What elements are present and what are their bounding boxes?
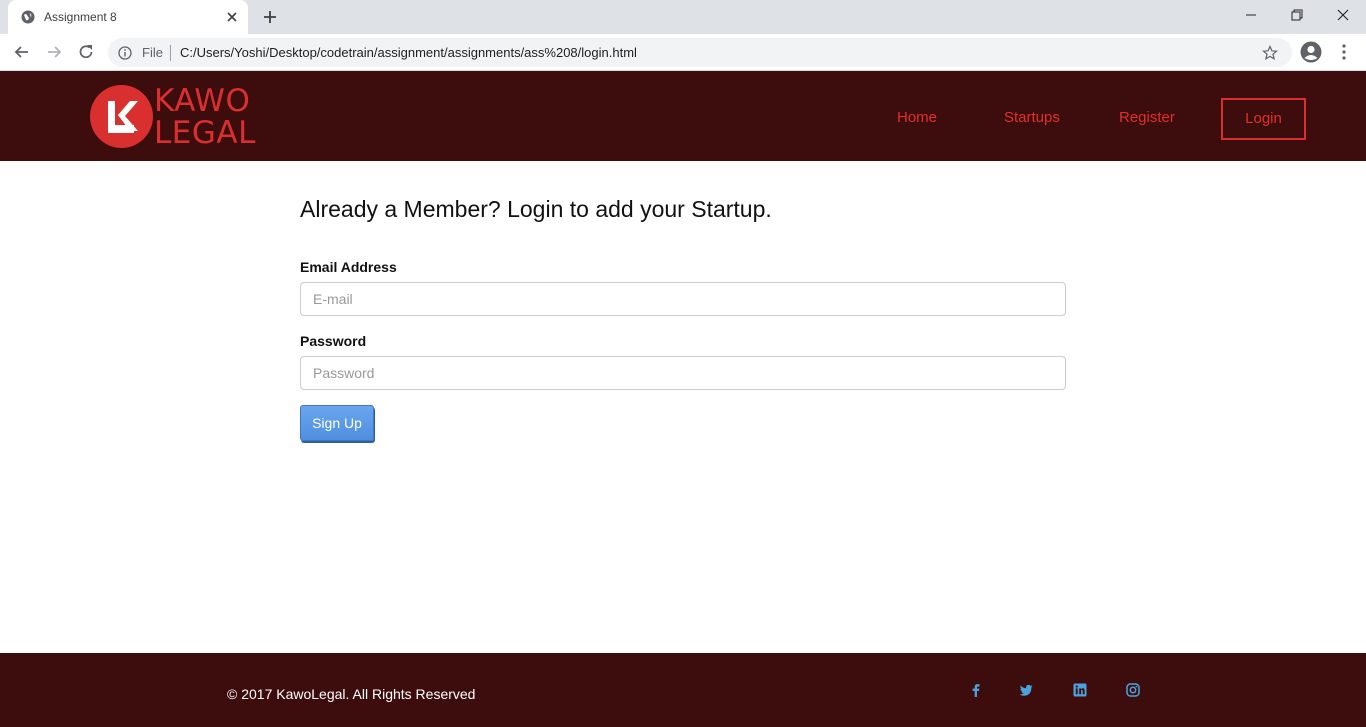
profile-avatar-icon[interactable] (1300, 41, 1322, 63)
browser-toolbar: File C:/Users/Yoshi/Desktop/codetrain/as… (0, 34, 1366, 71)
close-window-button[interactable] (1320, 0, 1366, 30)
address-bar[interactable]: File C:/Users/Yoshi/Desktop/codetrain/as… (108, 38, 1292, 67)
email-label: Email Address (300, 259, 397, 275)
info-icon[interactable] (118, 46, 132, 60)
page-title: Already a Member? Login to add your Star… (300, 196, 772, 222)
logo-text-legal: LEGAL (154, 115, 256, 151)
instagram-icon[interactable] (1126, 683, 1140, 697)
sign-up-button[interactable]: Sign Up (300, 405, 374, 441)
bookmark-star-icon[interactable] (1262, 45, 1278, 61)
minimize-button[interactable] (1228, 0, 1274, 30)
browser-tab[interactable]: Assignment 8 (8, 0, 248, 34)
nav-register-link[interactable]: Register (1119, 109, 1175, 126)
facebook-icon[interactable] (969, 683, 983, 697)
scheme-label: File (142, 45, 163, 60)
reload-icon[interactable] (76, 42, 96, 62)
site-footer: © 2017 KawoLegal. All Rights Reserved (0, 653, 1366, 727)
globe-icon (21, 10, 35, 24)
logo-text-kawo: KAWO (154, 83, 251, 119)
kawo-legal-logo[interactable]: KAWO LEGAL (90, 84, 265, 150)
close-tab-icon[interactable] (224, 9, 240, 25)
new-tab-button[interactable] (260, 7, 280, 27)
nav-home-link[interactable]: Home (897, 109, 937, 126)
tab-title: Assignment 8 (44, 10, 117, 24)
restore-button[interactable] (1274, 0, 1320, 30)
kebab-menu-icon[interactable] (1336, 42, 1352, 62)
password-field[interactable] (300, 356, 1066, 390)
omnibox-divider (170, 45, 171, 61)
forward-arrow-icon[interactable] (44, 42, 64, 62)
linkedin-icon[interactable] (1073, 683, 1087, 697)
password-label: Password (300, 333, 367, 349)
back-arrow-icon[interactable] (12, 42, 32, 62)
nav-startups-link[interactable]: Startups (1004, 109, 1060, 126)
nav-login-button[interactable]: Login (1221, 98, 1306, 140)
browser-tabstrip: Assignment 8 (0, 0, 1366, 34)
email-field[interactable] (300, 282, 1066, 316)
site-header: KAWO LEGAL Home Startups Register Login (0, 71, 1366, 161)
copyright-text: © 2017 KawoLegal. All Rights Reserved (227, 686, 476, 702)
twitter-icon[interactable] (1019, 683, 1033, 697)
logo-emblem (90, 85, 153, 148)
logo-k-mark-icon (108, 101, 138, 133)
url-text[interactable]: C:/Users/Yoshi/Desktop/codetrain/assignm… (180, 45, 637, 60)
